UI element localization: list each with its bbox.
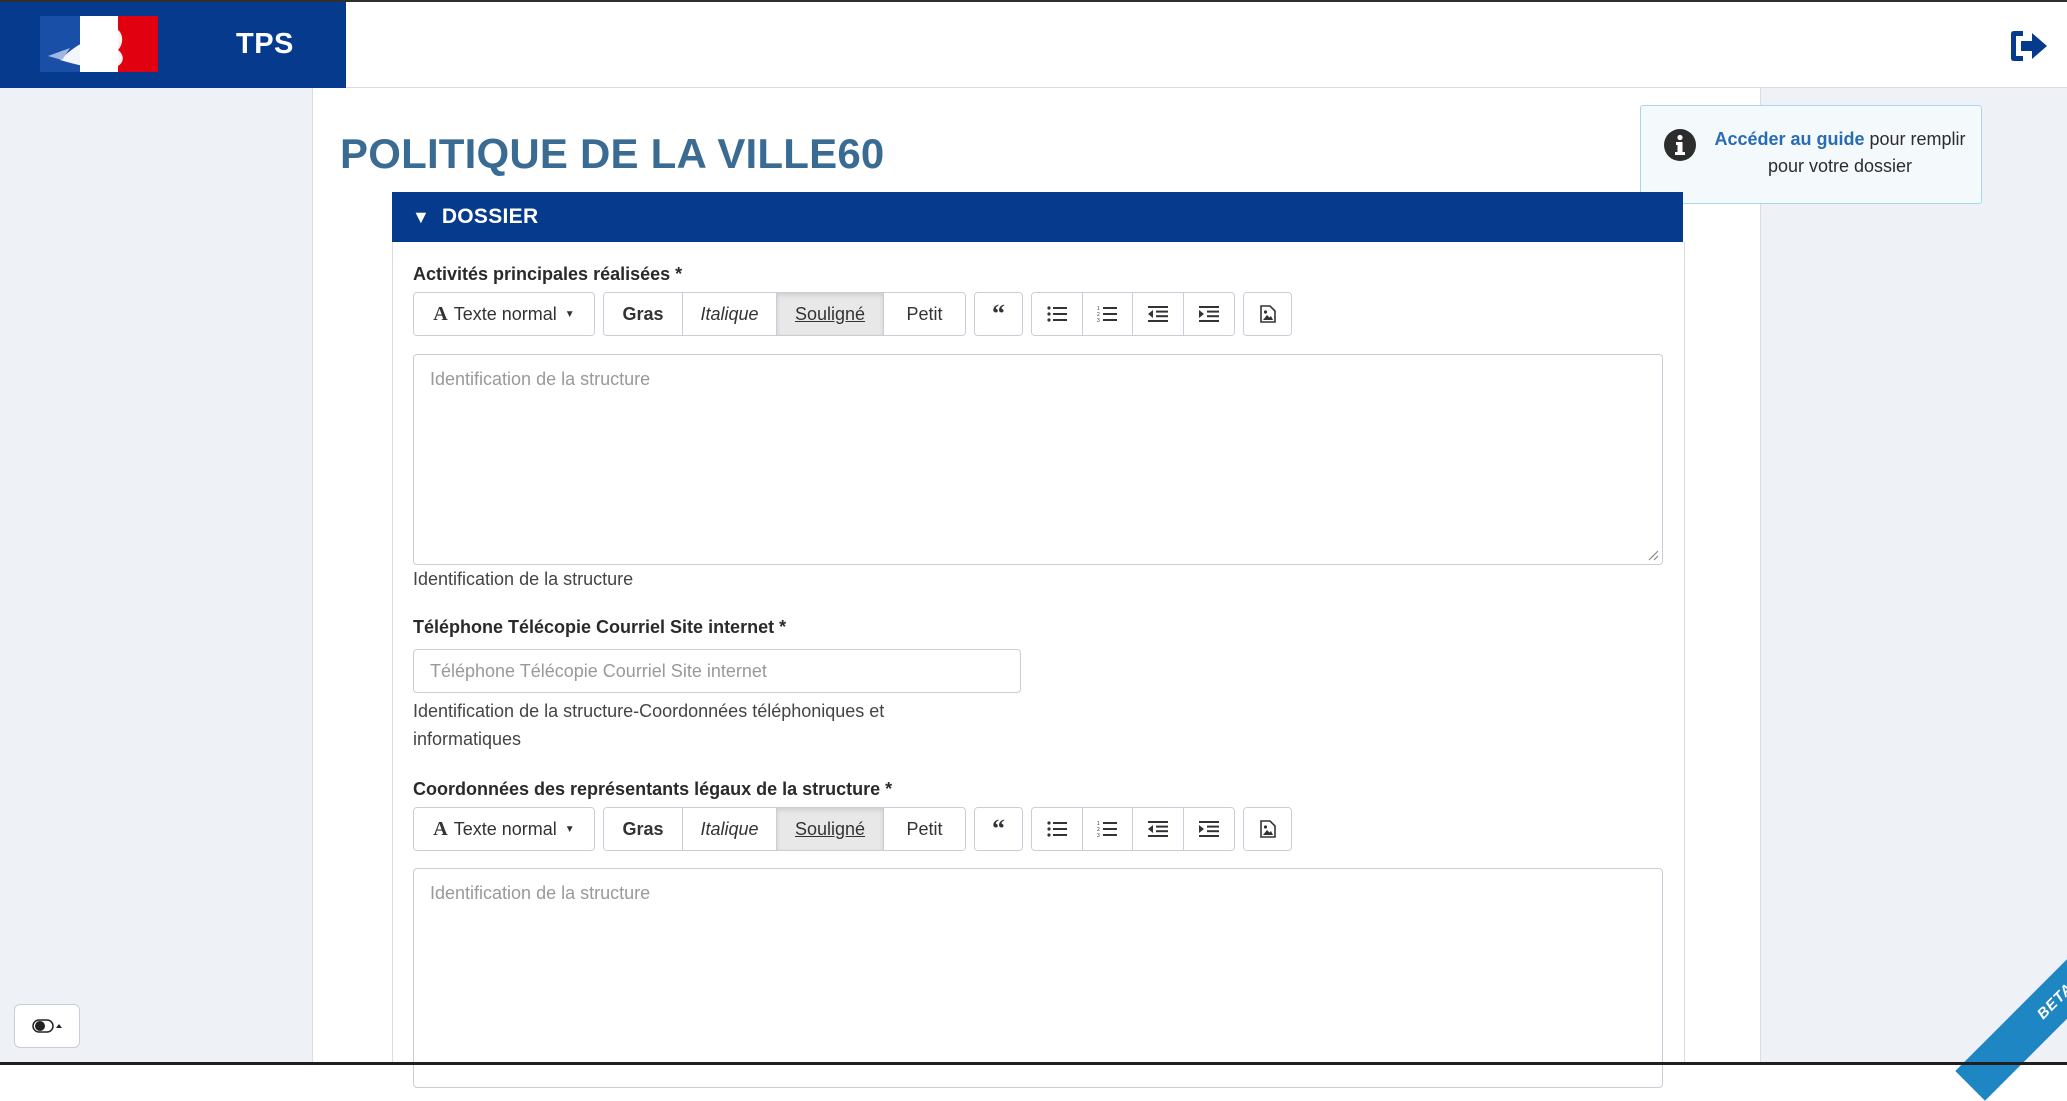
numbered-list-icon[interactable]: 123 — [1082, 293, 1133, 335]
format-group: Gras Italique Souligné Petit — [603, 292, 966, 336]
text-style-button[interactable]: A Texte normal ▼ — [414, 293, 594, 335]
bullet-list-icon[interactable] — [1032, 293, 1083, 335]
format-group: Gras Italique Souligné Petit — [603, 807, 966, 851]
panel-title: DOSSIER — [441, 205, 539, 228]
representants-label: Coordonnées des représentants légaux de … — [413, 779, 893, 799]
telephone-input[interactable]: Téléphone Télécopie Courriel Site intern… — [413, 649, 1021, 693]
list-group: 123 — [1031, 292, 1235, 336]
italic-button[interactable]: Italique — [683, 293, 777, 335]
outdent-icon[interactable] — [1133, 808, 1184, 850]
telephone-label: Téléphone Télécopie Courriel Site intern… — [413, 617, 787, 637]
text-style-dropdown[interactable]: A Texte normal ▼ — [413, 292, 595, 336]
representants-textarea[interactable]: Identification de la structure — [413, 868, 1663, 1088]
page-title: POLITIQUE DE LA VILLE60 — [340, 130, 885, 177]
guide-link[interactable]: Accéder au guide — [1714, 129, 1864, 149]
bullet-list-icon[interactable] — [1032, 808, 1083, 850]
svg-text:3: 3 — [1097, 833, 1100, 838]
contrast-icon — [32, 1019, 62, 1033]
indent-icon[interactable] — [1183, 808, 1234, 850]
bold-button[interactable]: Gras — [604, 808, 683, 850]
underline-button[interactable]: Souligné — [777, 293, 884, 335]
small-button[interactable]: Petit — [884, 808, 965, 850]
numbered-list-icon[interactable]: 123 — [1082, 808, 1133, 850]
caret-down-icon: ▼ — [564, 823, 575, 835]
left-sidebar — [0, 88, 313, 1065]
caret-down-icon: ▼ — [412, 206, 430, 227]
telephone-help: Identification de la structure-Coordonné… — [413, 701, 885, 749]
brand-bar: TPS — [0, 0, 346, 88]
image-group — [1243, 807, 1292, 851]
small-button[interactable]: Petit — [884, 293, 965, 335]
image-icon[interactable] — [1244, 293, 1291, 335]
font-icon: A — [433, 302, 448, 325]
quote-group: “ — [974, 807, 1023, 851]
bold-button[interactable]: Gras — [604, 293, 683, 335]
telephone-placeholder: Téléphone Télécopie Courriel Site intern… — [430, 660, 767, 681]
activites-textarea[interactable]: Identification de la structure — [413, 354, 1663, 565]
text-style-label: Texte normal — [453, 303, 557, 324]
quote-icon[interactable]: “ — [975, 293, 1022, 335]
quote-icon[interactable]: “ — [975, 808, 1022, 850]
activites-help: Identification de la structure — [413, 569, 634, 589]
activites-label: Activités principales réalisées * — [413, 264, 683, 284]
guide-box: Accéder au guide pour remplir pour votre… — [1640, 105, 1982, 204]
indent-icon[interactable] — [1183, 293, 1234, 335]
activites-placeholder: Identification de la structure — [430, 369, 651, 389]
italic-button[interactable]: Italique — [683, 808, 777, 850]
sign-out-icon[interactable] — [2007, 28, 2051, 64]
outdent-icon[interactable] — [1133, 293, 1184, 335]
right-sidebar — [1760, 88, 2067, 1065]
quote-group: “ — [974, 292, 1023, 336]
underline-button[interactable]: Souligné — [777, 808, 884, 850]
guide-text: Accéder au guide pour remplir pour votre… — [1709, 126, 1971, 180]
resize-grip-icon[interactable] — [1647, 549, 1659, 561]
list-group: 123 — [1031, 807, 1235, 851]
caret-down-icon: ▼ — [564, 308, 575, 320]
svg-text:3: 3 — [1097, 318, 1100, 323]
image-icon[interactable] — [1244, 808, 1291, 850]
image-group — [1243, 292, 1292, 336]
top-bar — [346, 0, 2067, 88]
text-style-button[interactable]: A Texte normal ▼ — [414, 808, 594, 850]
text-style-dropdown[interactable]: A Texte normal ▼ — [413, 807, 595, 851]
info-circle-icon — [1664, 129, 1696, 161]
contrast-toggle-button[interactable] — [14, 1004, 80, 1048]
dossier-panel-header[interactable]: ▼ DOSSIER — [392, 192, 1683, 242]
representants-placeholder: Identification de la structure — [430, 883, 651, 903]
brand-title: TPS — [236, 28, 294, 60]
marianne-logo — [40, 16, 158, 72]
font-icon: A — [433, 817, 448, 840]
text-style-label: Texte normal — [453, 818, 557, 839]
dossier-panel-body: Activités principales réalisées * A Text… — [392, 242, 1685, 1088]
